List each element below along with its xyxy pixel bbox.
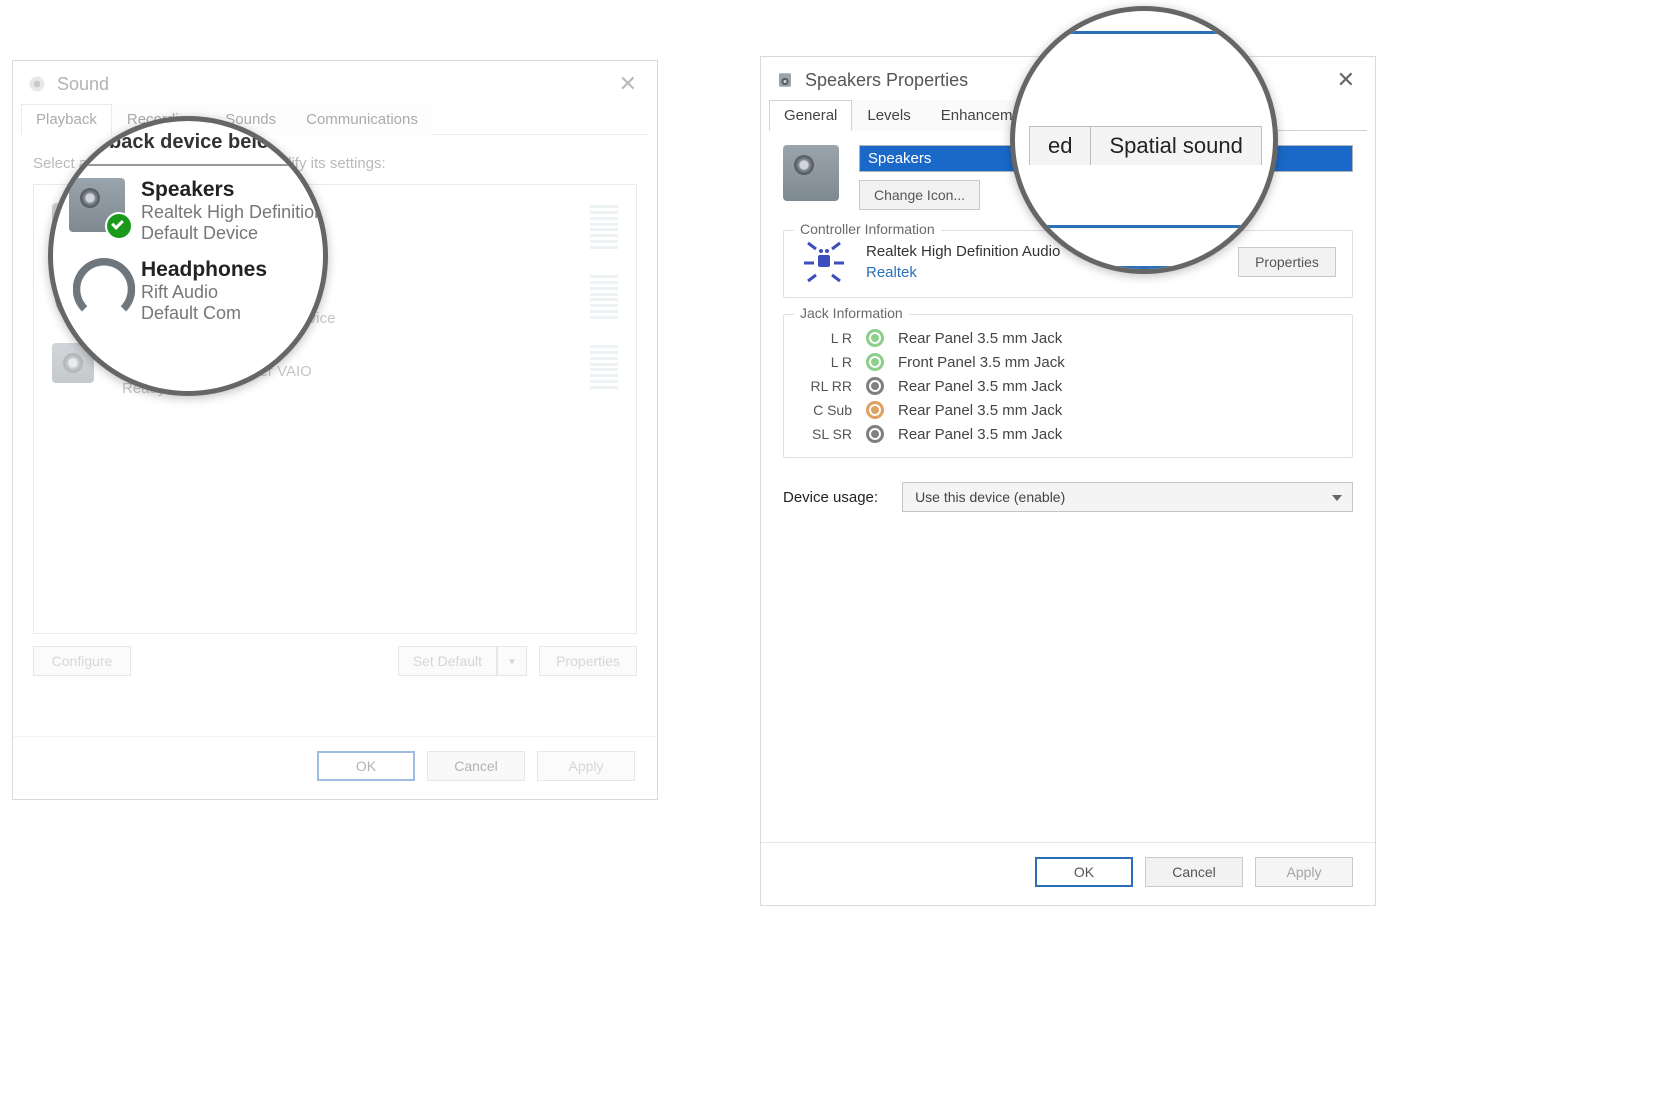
vu-meter-icon [590, 343, 618, 391]
jack-row: L RFront Panel 3.5 mm Jack [800, 353, 1336, 371]
tab-levels[interactable]: Levels [852, 100, 925, 131]
jack-dot-icon [866, 377, 884, 395]
close-icon[interactable]: ✕ [613, 71, 643, 97]
apply-button[interactable]: Apply [1255, 857, 1353, 887]
magnified-tab-spatial-sound: Spatial sound [1090, 126, 1261, 165]
close-icon[interactable]: ✕ [1331, 67, 1361, 93]
sound-icon [27, 74, 47, 94]
magnified-device-driver: Realtek High Definition Audio [141, 202, 328, 223]
magnifier-lens: playback device belo Speakers Realtek Hi… [48, 116, 328, 396]
cancel-button[interactable]: Cancel [1145, 857, 1243, 887]
vu-meter-icon [590, 273, 618, 321]
set-default-caret[interactable]: ▾ [497, 646, 527, 676]
magnified-device-name: Headphones [141, 258, 267, 282]
jack-dot-icon [866, 353, 884, 371]
set-default-button[interactable]: Set Default [398, 646, 497, 676]
magnifier-lens: ed Spatial sound [1010, 6, 1278, 274]
jack-legend: Jack Information [794, 305, 909, 321]
jack-dot-icon [866, 425, 884, 443]
jack-dot-icon [866, 401, 884, 419]
speaker-large-icon [783, 145, 839, 201]
controller-legend: Controller Information [794, 221, 941, 237]
jack-row: L RRear Panel 3.5 mm Jack [800, 329, 1336, 347]
device-usage-select[interactable]: Use this device (enable) [902, 482, 1353, 512]
realtek-crab-icon [800, 241, 848, 283]
jack-dot-icon [866, 329, 884, 347]
sound-title: Sound [57, 74, 109, 95]
magnified-device-name: Speakers [141, 178, 328, 202]
ok-button[interactable]: OK [317, 751, 415, 781]
cancel-button[interactable]: Cancel [427, 751, 525, 781]
magnified-tab-advanced-partial: ed [1029, 126, 1091, 165]
speaker-icon [775, 70, 795, 90]
device-usage-label: Device usage: [783, 489, 878, 506]
jack-info-group: Jack Information L RRear Panel 3.5 mm Ja… [783, 314, 1353, 458]
jack-row: C SubRear Panel 3.5 mm Jack [800, 401, 1336, 419]
apply-button[interactable]: Apply [537, 751, 635, 781]
vu-meter-icon [590, 203, 618, 251]
properties-title: Speakers Properties [805, 70, 968, 91]
configure-button[interactable]: Configure [33, 646, 131, 676]
change-icon-button[interactable]: Change Icon... [859, 180, 980, 210]
jack-row: SL SRRear Panel 3.5 mm Jack [800, 425, 1336, 443]
tab-general[interactable]: General [769, 100, 852, 131]
jack-row: RL RRRear Panel 3.5 mm Jack [800, 377, 1336, 395]
ok-button[interactable]: OK [1035, 857, 1133, 887]
properties-button[interactable]: Properties [539, 646, 637, 676]
magnified-device-status: Default Device [141, 223, 328, 244]
magnified-instruction: playback device belo [69, 131, 269, 153]
magnified-device-driver: Rift Audio [141, 282, 267, 303]
